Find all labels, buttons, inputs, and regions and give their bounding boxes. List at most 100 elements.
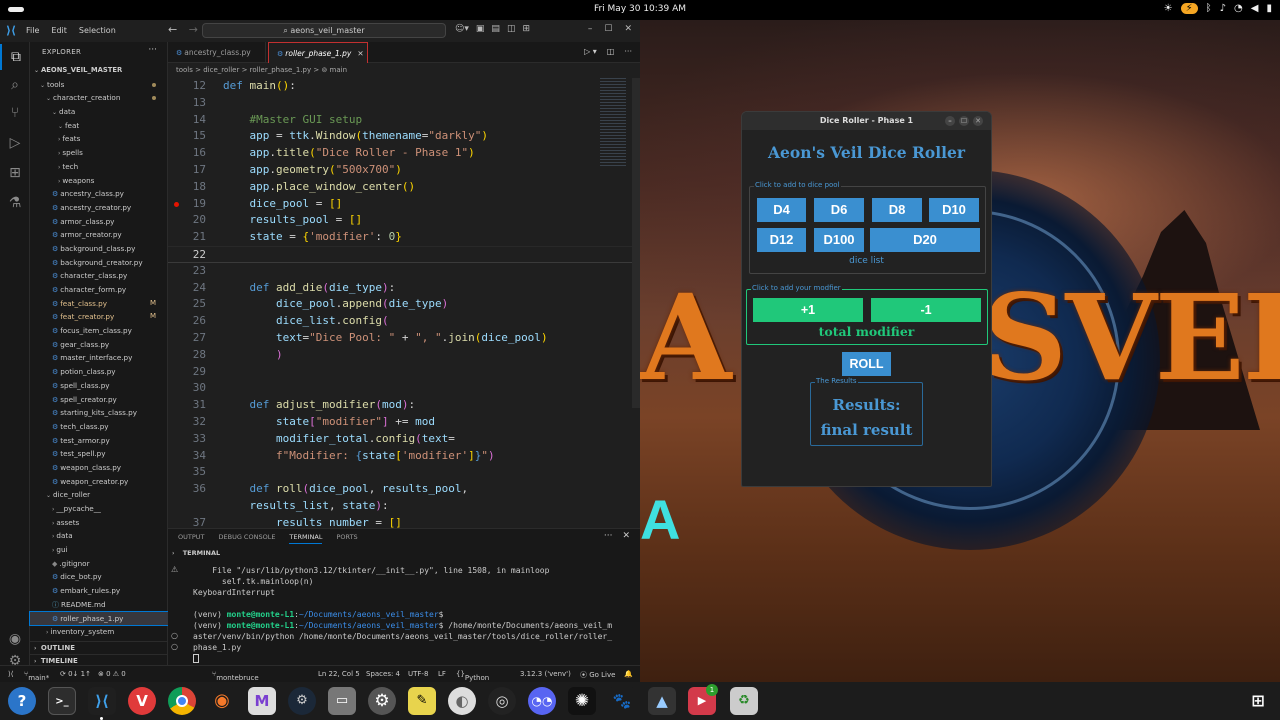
- file-tree-item[interactable]: › tech: [30, 160, 168, 174]
- code-line[interactable]: 29: [168, 364, 640, 381]
- code-line[interactable]: 32 state["modifier"] += mod: [168, 414, 640, 431]
- command-decoration-icon[interactable]: ○: [171, 631, 183, 642]
- d8-button[interactable]: D8: [872, 198, 922, 222]
- d12-button[interactable]: D12: [757, 228, 806, 252]
- toggle-panel-icon[interactable]: ▤: [491, 24, 500, 34]
- code-line[interactable]: 18 app.place_window_center(): [168, 179, 640, 196]
- battery-icon[interactable]: ▮: [1266, 3, 1272, 14]
- vivaldi-icon[interactable]: V: [128, 687, 156, 715]
- help-icon[interactable]: ?: [8, 687, 36, 715]
- file-tree-item[interactable]: › __pycache__: [30, 502, 168, 516]
- terminal-header[interactable]: › TERMINAL: [172, 549, 220, 557]
- outline-section[interactable]: › OUTLINE: [30, 641, 168, 654]
- file-tree-item[interactable]: ⓘ README.md: [30, 598, 168, 612]
- code-line[interactable]: 20 results_pool = []: [168, 212, 640, 229]
- more-actions-icon[interactable]: ···: [604, 531, 613, 541]
- d4-button[interactable]: D4: [757, 198, 806, 222]
- plus-one-button[interactable]: +1: [753, 298, 863, 322]
- file-tree-item[interactable]: ⚙ weapon_class.py: [30, 461, 168, 475]
- file-tree-item[interactable]: › inventory_system: [30, 625, 168, 639]
- code-line[interactable]: 17 app.geometry("500x700"): [168, 162, 640, 179]
- code-line[interactable]: 12 def main():: [168, 78, 640, 95]
- file-tree-item[interactable]: ⚙ spell_creator.py: [30, 393, 168, 407]
- chatgpt-icon[interactable]: ✺: [568, 687, 596, 715]
- email-client-icon[interactable]: M: [248, 687, 276, 715]
- copilot-icon[interactable]: ☺▾: [455, 24, 469, 34]
- file-tree-item[interactable]: ◆ .gitignor: [30, 557, 168, 571]
- notes-app-icon[interactable]: ✎: [408, 687, 436, 715]
- close-panel-icon[interactable]: ✕: [622, 531, 630, 541]
- extensions-icon[interactable]: ⊞: [0, 160, 30, 186]
- file-tree-item[interactable]: ⚙ potion_class.py: [30, 365, 168, 379]
- notifications-bell-icon[interactable]: 🔔: [624, 670, 633, 678]
- d20-button[interactable]: D20: [870, 228, 980, 252]
- roll-button[interactable]: ROLL: [842, 352, 891, 376]
- explorer-icon[interactable]: ⧉: [0, 44, 30, 70]
- tab-terminal[interactable]: TERMINAL: [289, 533, 323, 544]
- file-tree-item[interactable]: ⚙ tech_class.py: [30, 420, 168, 434]
- file-tree-item[interactable]: ⚙ spell_class.py: [30, 379, 168, 393]
- code-line[interactable]: 23: [168, 263, 640, 280]
- code-line[interactable]: 19 dice_pool = []: [168, 196, 640, 213]
- system-tray[interactable]: ☀ ⚡ ᛒ ♪ ◔ ◀ ▮: [1164, 3, 1272, 14]
- clock[interactable]: Fri May 30 10:39 AM: [0, 4, 1280, 14]
- end-of-line[interactable]: LF: [438, 670, 446, 678]
- code-line[interactable]: results_list, state):: [168, 498, 640, 515]
- file-tree-item[interactable]: ⚙ armor_class.py: [30, 215, 168, 229]
- toggle-secondary-sidebar-icon[interactable]: ◫: [507, 24, 516, 34]
- forward-arrow-icon[interactable]: →: [189, 23, 198, 36]
- d10-button[interactable]: D10: [929, 198, 979, 222]
- sync-status[interactable]: ⟳ 0↓ 1↑: [60, 670, 91, 678]
- tab-roller-phase-1[interactable]: ⚙ roller_phase_1.py ✕: [268, 42, 368, 63]
- testing-icon[interactable]: ⚗: [0, 190, 30, 216]
- file-tree-item[interactable]: ⚙ test_armor.py: [30, 434, 168, 448]
- code-line[interactable]: 15 app = ttk.Window(themename="darkly"): [168, 128, 640, 145]
- problems-status[interactable]: ⊗ 0 ⚠ 0: [98, 670, 126, 678]
- minimap[interactable]: [600, 78, 626, 168]
- minimize-icon[interactable]: –: [945, 116, 955, 126]
- file-tree-item[interactable]: ⚙ ancestry_class.py: [30, 187, 168, 201]
- more-actions-icon[interactable]: ···: [624, 47, 632, 56]
- file-tree-item[interactable]: ⚙ armor_creator.py: [30, 228, 168, 242]
- code-line[interactable]: 31 def adjust_modifier(mod):: [168, 397, 640, 414]
- file-tree-item[interactable]: ⚙ character_class.py: [30, 269, 168, 283]
- code-line[interactable]: 27 text="Dice Pool: " + ", ".join(dice_p…: [168, 330, 640, 347]
- file-tree-item[interactable]: ⌄ dice_roller: [30, 488, 168, 502]
- file-tree-item[interactable]: ⚙ character_form.py: [30, 283, 168, 297]
- code-line[interactable]: 26 dice_list.config(: [168, 313, 640, 330]
- file-tree-item[interactable]: ⚙ background_creator.py: [30, 256, 168, 270]
- minus-one-button[interactable]: -1: [871, 298, 981, 322]
- vscode-app-icon[interactable]: ⟩⟨: [88, 687, 116, 715]
- minimize-icon[interactable]: –: [588, 24, 593, 34]
- toggle-sidebar-icon[interactable]: ▣: [476, 24, 485, 34]
- blender-icon[interactable]: ◉: [208, 687, 236, 715]
- code-line[interactable]: 36 def roll(dice_pool, results_pool,: [168, 481, 640, 498]
- go-live-button[interactable]: ⦿ Go Live: [580, 670, 615, 680]
- run-icon[interactable]: ▷ ▾: [584, 47, 597, 56]
- menu-file[interactable]: File: [26, 26, 39, 35]
- tab-debug-console[interactable]: DEBUG CONSOLE: [219, 533, 276, 544]
- file-tree-item[interactable]: ⌄ character_creation: [30, 91, 168, 105]
- file-tree-item[interactable]: ⚙ focus_item_class.py: [30, 324, 168, 338]
- bluetooth-icon[interactable]: ᛒ: [1206, 3, 1212, 14]
- branch-status[interactable]: ⑂ main*: [24, 670, 49, 682]
- code-line[interactable]: 13: [168, 95, 640, 112]
- tab-close-icon[interactable]: ✕: [357, 49, 363, 58]
- file-tree-item[interactable]: ⚙ feat_creator.py M: [30, 310, 168, 324]
- file-tree-item[interactable]: ⌄ data: [30, 105, 168, 119]
- file-tree-item[interactable]: ⚙ test_spell.py: [30, 447, 168, 461]
- d100-button[interactable]: D100: [814, 228, 864, 252]
- tab-output[interactable]: OUTPUT: [178, 533, 205, 544]
- file-tree-item[interactable]: › gui: [30, 543, 168, 557]
- maximize-icon[interactable]: ☐: [604, 24, 612, 34]
- trash-icon[interactable]: ♻: [730, 687, 758, 715]
- customize-layout-icon[interactable]: ⊞: [522, 24, 530, 34]
- file-tree-item[interactable]: ⚙ ancestry_creator.py: [30, 201, 168, 215]
- file-tree-item[interactable]: › assets: [30, 516, 168, 530]
- inkscape-icon[interactable]: ▲: [648, 687, 676, 715]
- code-line[interactable]: 16 app.title("Dice Roller - Phase 1"): [168, 145, 640, 162]
- command-decoration-icon[interactable]: ○: [171, 642, 183, 653]
- file-tree-item[interactable]: ⚙ weapon_creator.py: [30, 475, 168, 489]
- file-tree-item[interactable]: ⚙ roller_phase_1.py: [29, 610, 169, 627]
- file-tree-item[interactable]: ⌄ tools: [30, 78, 168, 92]
